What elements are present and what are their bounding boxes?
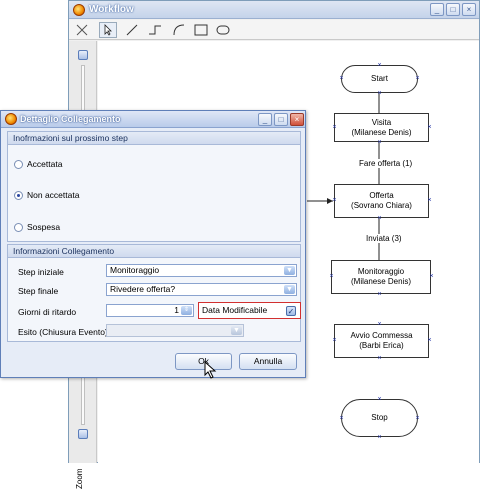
port-marker[interactable]: × — [377, 396, 382, 403]
next-step-group: Inofrmazioni sul prossimo step Accettata… — [7, 131, 301, 242]
group-header: Inofrmazioni sul prossimo step — [8, 132, 300, 145]
port-marker[interactable]: × — [339, 415, 344, 422]
app-icon — [73, 4, 85, 16]
port-marker[interactable]: × — [427, 337, 432, 344]
chevron-down-icon[interactable]: ▼ — [284, 285, 295, 294]
node-sublabel: (Milanese Denis) — [351, 127, 412, 137]
dialog-close-button[interactable]: × — [290, 113, 304, 126]
node-label: Start — [371, 74, 388, 83]
group-header: Informazioni Collegamento — [8, 245, 300, 258]
ellipse-icon[interactable] — [214, 22, 232, 38]
zoom-in-button[interactable] — [78, 50, 88, 60]
dialog-maximize-button[interactable]: □ — [274, 113, 288, 126]
step-finale-select[interactable]: Rivedere offerta? ▼ — [106, 283, 297, 296]
radio-button[interactable] — [14, 190, 23, 200]
node-label: Monitoraggio — [357, 267, 405, 276]
node-sublabel: (Sovrano Chiara) — [351, 201, 412, 210]
step-iniziale-label: Step iniziale — [18, 267, 64, 277]
workflow-titlebar[interactable]: Workflow _ □ × — [69, 1, 479, 19]
node-stop[interactable]: Stop — [341, 399, 418, 437]
radio-label: Accettata — [27, 159, 63, 169]
radio-button[interactable] — [14, 159, 23, 169]
maximize-button[interactable]: □ — [446, 3, 460, 16]
radio-label: Non accettata — [27, 190, 80, 200]
port-marker[interactable]: × — [377, 62, 382, 69]
step-finale-value: Rivedere offerta? — [110, 284, 176, 294]
arc-icon[interactable] — [170, 22, 188, 38]
edge-label: Fare offerta (1) — [358, 159, 414, 168]
port-marker[interactable]: × — [329, 273, 334, 280]
annulla-label: Annulla — [253, 356, 283, 366]
line-icon[interactable] — [123, 22, 141, 38]
node-label: Offerta — [369, 191, 394, 200]
port-marker[interactable]: × — [332, 124, 337, 131]
port-marker[interactable]: × — [377, 291, 382, 298]
node-visita[interactable]: Visita (Milanese Denis) — [334, 113, 429, 142]
annulla-button[interactable]: Annulla — [239, 353, 297, 370]
zoom-out-button[interactable] — [78, 429, 88, 439]
step-iniziale-value: Monitoraggio — [110, 265, 160, 275]
radio-non-accettata[interactable]: Non accettata — [14, 190, 79, 200]
node-start[interactable]: Start — [341, 65, 418, 93]
node-sublabel: (Milanese Denis) — [350, 277, 412, 286]
dialog-title: Dettaglio Collegamento — [20, 114, 121, 124]
step-finale-label: Step finale — [18, 286, 59, 296]
app-icon — [5, 113, 17, 125]
edge-label: Inviata (3) — [365, 234, 403, 243]
port-marker[interactable]: × — [377, 321, 382, 328]
port-marker[interactable]: × — [427, 197, 432, 204]
workflow-title: Workflow — [89, 4, 134, 15]
dettaglio-collegamento-dialog: Dettaglio Collegamento _ □ × Inofrmazion… — [0, 110, 306, 379]
node-avvio-commessa[interactable]: Avvio Commessa (Barbi Erica) — [334, 324, 429, 358]
check-icon[interactable]: ✓ — [286, 306, 296, 316]
minimize-button[interactable]: _ — [430, 3, 444, 16]
chevron-down-icon[interactable]: ▼ — [231, 326, 242, 335]
node-label: Visita — [371, 117, 392, 127]
node-offerta[interactable]: Offerta (Sovrano Chiara) — [334, 184, 429, 218]
radio-accettata[interactable]: Accettata — [14, 159, 62, 169]
data-modificabile-label: Data Modificabile — [202, 305, 268, 315]
data-modificabile-checkbox[interactable]: Data Modificabile ✓ — [198, 302, 301, 319]
step-line-icon[interactable] — [146, 22, 164, 38]
radio-label: Sospesa — [27, 222, 61, 232]
link-info-group: Informazioni Collegamento Step iniziale … — [7, 244, 301, 342]
spin-arrows-icon[interactable]: ⇕ — [181, 306, 192, 315]
port-marker[interactable]: × — [377, 434, 382, 441]
node-monitoraggio[interactable]: Monitoraggio (Milanese Denis) — [331, 260, 431, 294]
mouse-cursor-icon — [204, 361, 217, 379]
port-marker[interactable]: × — [339, 75, 344, 82]
port-marker[interactable]: × — [377, 215, 382, 222]
radio-button[interactable] — [14, 222, 23, 232]
port-marker[interactable]: × — [427, 124, 432, 131]
toolbar — [69, 20, 479, 40]
giorni-ritardo-label: Giorni di ritardo — [18, 307, 77, 317]
rectangle-icon[interactable] — [192, 22, 210, 38]
chevron-down-icon[interactable]: ▼ — [284, 266, 295, 275]
port-marker[interactable]: × — [332, 337, 337, 344]
port-marker[interactable]: × — [332, 197, 337, 204]
esito-label: Esito (Chiusura Evento) — [18, 327, 108, 337]
node-sublabel: (Barbi Erica) — [359, 341, 404, 350]
close-button[interactable]: × — [462, 3, 476, 16]
node-label: Stop — [371, 413, 388, 422]
port-marker[interactable]: × — [377, 90, 382, 97]
node-label: Avvio Commessa — [350, 331, 413, 340]
giorni-ritardo-stepper[interactable]: 1 ⇕ — [106, 304, 194, 317]
giorni-ritardo-value: 1 — [174, 305, 179, 315]
zoom-label: Zoom — [75, 468, 84, 489]
cross-icon[interactable] — [73, 22, 91, 38]
radio-sospesa[interactable]: Sospesa — [14, 222, 60, 232]
port-marker[interactable]: × — [415, 75, 420, 82]
port-marker[interactable]: × — [429, 273, 434, 280]
dialog-titlebar[interactable]: Dettaglio Collegamento _ □ × — [1, 111, 305, 128]
step-iniziale-select[interactable]: Monitoraggio ▼ — [106, 264, 297, 277]
esito-select[interactable]: ▼ — [106, 324, 244, 337]
port-marker[interactable]: × — [377, 355, 382, 362]
pointer-icon[interactable] — [99, 22, 117, 38]
port-marker[interactable]: × — [415, 415, 420, 422]
port-marker[interactable]: × — [377, 139, 382, 146]
dialog-minimize-button[interactable]: _ — [258, 113, 272, 126]
